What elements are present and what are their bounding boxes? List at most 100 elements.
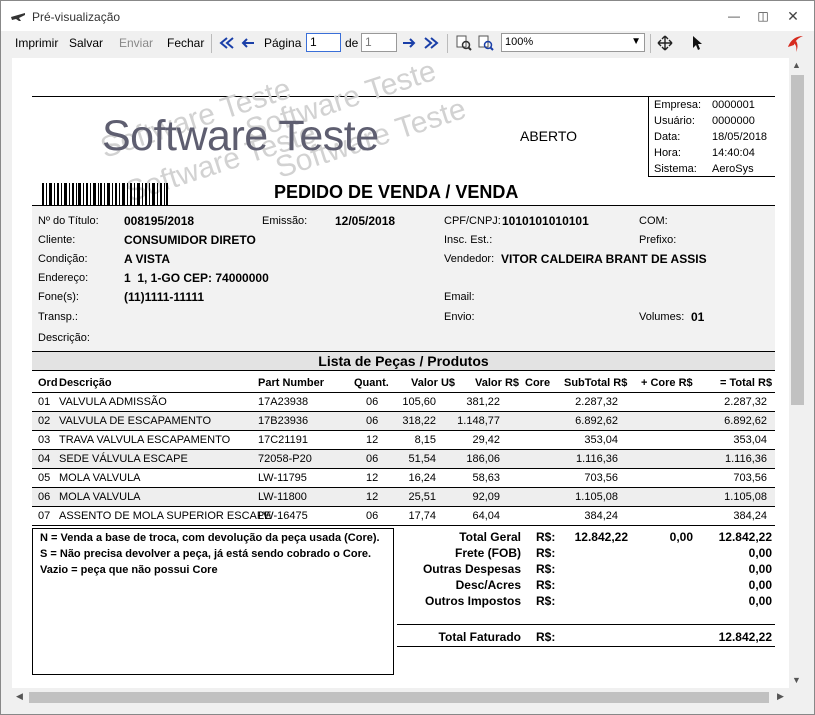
cpf-value: 1010101010101 <box>502 214 589 228</box>
info-row: Hora: 14:40:04 <box>654 147 755 159</box>
zoom-select[interactable]: 100% ▼ <box>501 33 645 52</box>
preview-window: Pré-visualização — ◫ ✕ Imprimir Salvar E… <box>0 0 815 715</box>
vertical-scroll-thumb[interactable] <box>791 75 804 405</box>
move-icon[interactable] <box>657 35 673 51</box>
cell-sub: 1.116,36 <box>575 453 618 465</box>
impostos-value: 0,00 <box>748 594 772 608</box>
cell-desc: SEDE VÁLVULA ESCAPE <box>59 453 188 465</box>
fone-value: (11)1111-11111 <box>124 290 205 304</box>
close-button[interactable]: Fechar <box>167 36 204 50</box>
cell-desc: VALVULA ADMISSÃO <box>59 396 167 408</box>
cliente-label: Cliente: <box>38 234 76 246</box>
zoom-value: 100% <box>505 36 534 48</box>
total-geral-value: 12.842,22 <box>574 530 628 544</box>
cell-pn: LW-11800 <box>258 491 307 503</box>
scroll-up-icon[interactable]: ▲ <box>792 60 801 70</box>
first-page-icon[interactable] <box>219 35 235 51</box>
column-header: Descrição <box>59 377 112 389</box>
scroll-right-icon[interactable]: ▶ <box>777 691 784 702</box>
document-title: PEDIDO DE VENDA / VENDA <box>274 182 519 202</box>
cpf-label: CPF/CNPJ: <box>444 215 501 227</box>
table-row: 02 VALVULA DE ESCAPAMENTO 17B23936 06 318,22… <box>32 411 775 430</box>
size-grip <box>789 689 806 706</box>
table-bottom-rule <box>32 525 775 526</box>
zoom-width-icon[interactable] <box>478 35 494 51</box>
column-header: = Total R$ <box>720 377 773 389</box>
next-page-icon[interactable] <box>401 35 417 51</box>
condicao-label: Condição: <box>38 253 88 265</box>
title-bar: Pré-visualização — ◫ ✕ <box>1 1 814 31</box>
currency-label: R$: <box>536 546 556 560</box>
cell-vu: 25,51 <box>408 491 436 503</box>
toolbar-separator <box>650 34 651 53</box>
outras-label: Outras Despesas <box>422 562 521 576</box>
cell-ord: 01 <box>38 396 51 408</box>
horizontal-scrollbar[interactable]: ◀ ▶ <box>12 689 789 706</box>
scroll-down-icon[interactable]: ▼ <box>792 675 801 685</box>
toolbar: Imprimir Salvar Enviar Fechar Página 1 d… <box>1 31 814 56</box>
column-header: Quant. <box>354 377 389 389</box>
currency-label: R$: <box>536 562 556 576</box>
legend-line: S = Não precisa devolver a peça, já está… <box>40 548 372 560</box>
table-row: 01 VALVULA ADMISSÃO 17A23938 06 105,60 381,22… <box>32 392 775 411</box>
page-number-input[interactable]: 1 <box>306 33 341 52</box>
currency-label: R$: <box>536 530 556 544</box>
core-legend: N = Venda a base de troca, com devolução… <box>32 528 394 675</box>
save-button[interactable]: Salvar <box>69 36 103 50</box>
toolbar-separator <box>447 34 448 53</box>
page-label: Página <box>264 36 302 50</box>
brand-logo-icon <box>788 36 803 52</box>
outras-value: 0,00 <box>748 562 772 576</box>
status-badge: ABERTO <box>520 128 578 144</box>
info-row: Sistema: AeroSys <box>654 163 754 175</box>
cell-qty: 06 <box>366 510 379 522</box>
currency-label: R$: <box>536 594 556 608</box>
pointer-icon[interactable] <box>689 35 705 51</box>
column-header: Core <box>525 377 551 389</box>
print-button[interactable]: Imprimir <box>15 36 58 50</box>
cell-desc: TRAVA VALVULA ESCAPAMENTO <box>59 434 231 446</box>
scroll-left-icon[interactable]: ◀ <box>16 691 23 702</box>
horizontal-scroll-thumb[interactable] <box>29 692 769 703</box>
info-row: Data: 18/05/2018 <box>654 131 768 143</box>
minimize-button[interactable]: — <box>724 7 744 25</box>
cell-vu: 16,24 <box>408 472 436 484</box>
insc-label: Insc. Est.: <box>444 234 493 246</box>
cell-total: 1.116,36 <box>724 453 767 465</box>
previous-page-icon[interactable] <box>240 35 256 51</box>
cell-qty: 12 <box>366 491 379 503</box>
cell-ord: 07 <box>38 510 51 522</box>
cell-pn: LW-16475 <box>258 510 308 522</box>
vendedor-label: Vendedor: <box>444 253 495 265</box>
cell-ord: 02 <box>38 415 51 427</box>
column-header: Valor R$ <box>475 377 520 389</box>
endereco-label: Endereço: <box>38 272 89 284</box>
send-button[interactable]: Enviar <box>119 36 153 50</box>
frete-label: Frete (FOB) <box>455 546 521 560</box>
of-label: de <box>345 36 359 50</box>
toolbar-separator <box>211 34 212 53</box>
cell-vr: 92,09 <box>472 491 500 503</box>
maximize-button[interactable]: ◫ <box>753 7 773 25</box>
zoom-page-icon[interactable] <box>456 35 472 51</box>
vertical-scrollbar[interactable]: ▲ ▼ <box>789 57 806 689</box>
transp-label: Transp.: <box>38 311 78 323</box>
endereco-value: 1 1, 1-GO CEP: 74000000 <box>124 271 269 285</box>
cell-total: 353,04 <box>733 434 767 446</box>
cell-sub: 384,24 <box>584 510 618 522</box>
vendedor-value: VITOR CALDEIRA BRANT DE ASSIS <box>501 252 707 266</box>
cell-total: 6.892,62 <box>724 415 767 427</box>
cell-vr: 29,42 <box>472 434 500 446</box>
descricao-label: Descrição: <box>38 332 90 344</box>
cell-desc: VALVULA DE ESCAPAMENTO <box>59 415 212 427</box>
table-row: 04 SEDE VÁLVULA ESCAPE 72058-P20 06 51,54 186… <box>32 449 775 468</box>
cell-desc: ASSENTO DE MOLA SUPERIOR ESCAPE <box>59 510 272 522</box>
table-row: 07 ASSENTO DE MOLA SUPERIOR ESCAPE LW-1647… <box>32 506 775 525</box>
close-window-button[interactable]: ✕ <box>783 7 803 25</box>
legend-line: N = Venda a base de troca, com devolução… <box>40 532 380 544</box>
volumes-label: Volumes: <box>639 311 685 323</box>
cell-sub: 353,04 <box>584 434 618 446</box>
cell-qty: 06 <box>366 396 379 408</box>
last-page-icon[interactable] <box>423 35 439 51</box>
condicao-value: A VISTA <box>124 252 171 266</box>
